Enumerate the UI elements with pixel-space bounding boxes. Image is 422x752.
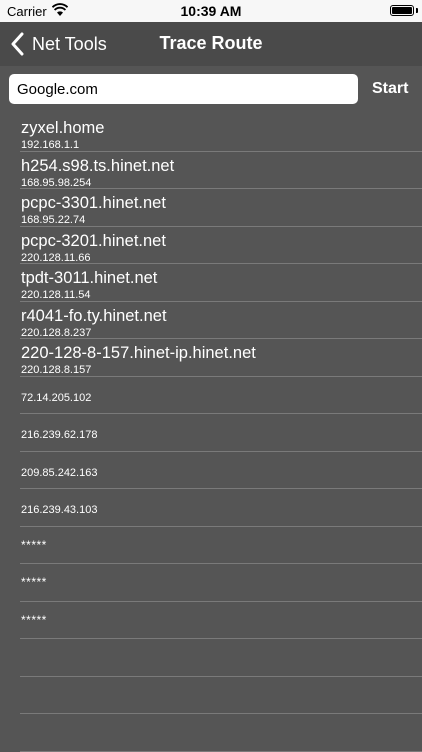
hop-timeout: *****	[21, 537, 47, 552]
hop-row[interactable]: tpdt-3011.hinet.net 220.128.11.54	[20, 264, 422, 302]
hop-hostname: r4041-fo.ty.hinet.net	[21, 306, 167, 325]
status-time: 10:39 AM	[180, 3, 242, 19]
hop-row[interactable]: zyxel.home 192.168.1.1	[20, 114, 422, 152]
hop-ip-address: 220.128.11.66	[21, 251, 91, 264]
page-title: Trace Route	[159, 33, 263, 53]
hop-hostname: pcpc-3301.hinet.net	[21, 194, 166, 212]
hop-timeout: *****	[21, 575, 47, 589]
hop-row[interactable]: 220-128-8-157.hinet-ip.hinet.net 220.128.…	[20, 339, 422, 377]
hop-hostname: h254.s98.ts.hinet.net	[21, 156, 175, 175]
hop-ip-address: 72.14.205.102	[21, 391, 92, 404]
hop-row[interactable]	[20, 714, 422, 752]
hop-row[interactable]: 216.239.43.103	[20, 489, 422, 527]
hop-row[interactable]: *****	[20, 564, 422, 602]
hop-row[interactable]: 209.85.242.163	[20, 452, 422, 489]
hop-list: zyxel.home 192.168.1.1 h254.s98.ts.hinet.n…	[0, 114, 422, 752]
hop-ip-address: 192.168.1.1	[21, 139, 80, 151]
hop-hostname: pcpc-3201.hinet.net	[21, 231, 166, 250]
hop-hostname: tpdt-3011.hinet.net	[21, 269, 158, 287]
hop-hostname: zyxel.home	[21, 119, 105, 137]
status-bar: Carrier 10:39 AM	[0, 0, 422, 22]
hop-row[interactable]: *****	[20, 602, 422, 639]
hop-row[interactable]: 216.239.62.178	[20, 414, 422, 452]
hop-row[interactable]: h254.s98.ts.hinet.net 168.95.98.254	[20, 152, 422, 189]
hop-ip-address: 216.239.43.103	[21, 504, 98, 516]
hop-timeout: *****	[21, 612, 47, 627]
hop-ip-address: 216.239.62.178	[21, 429, 98, 441]
hop-ip-address: 209.85.242.163	[21, 466, 98, 479]
hop-ip-address: 168.95.22.74	[21, 214, 86, 226]
hop-row[interactable]	[20, 677, 422, 714]
hop-ip-address: 220.128.8.237	[21, 326, 92, 339]
hop-ip-address: 168.95.98.254	[21, 176, 92, 189]
hop-row[interactable]: pcpc-3301.hinet.net 168.95.22.74	[20, 189, 422, 227]
hop-ip-address: 220.128.11.54	[21, 289, 91, 301]
hop-row[interactable]: *****	[20, 527, 422, 564]
battery-icon	[390, 5, 414, 16]
start-button[interactable]: Start	[372, 80, 408, 98]
host-input-row: Start	[0, 66, 422, 112]
hop-ip-address: 220.128.8.157	[21, 364, 92, 376]
navigation-bar: Net Tools Trace Route	[0, 22, 422, 66]
hop-hostname: 220-128-8-157.hinet-ip.hinet.net	[21, 344, 256, 362]
hop-row[interactable]: 72.14.205.102	[20, 377, 422, 414]
hop-row[interactable]: r4041-fo.ty.hinet.net 220.128.8.237	[20, 302, 422, 339]
hop-row[interactable]	[20, 639, 422, 677]
host-input[interactable]	[9, 74, 358, 104]
battery-tip-icon	[416, 8, 418, 13]
hop-row[interactable]: pcpc-3201.hinet.net 220.128.11.66	[20, 227, 422, 264]
